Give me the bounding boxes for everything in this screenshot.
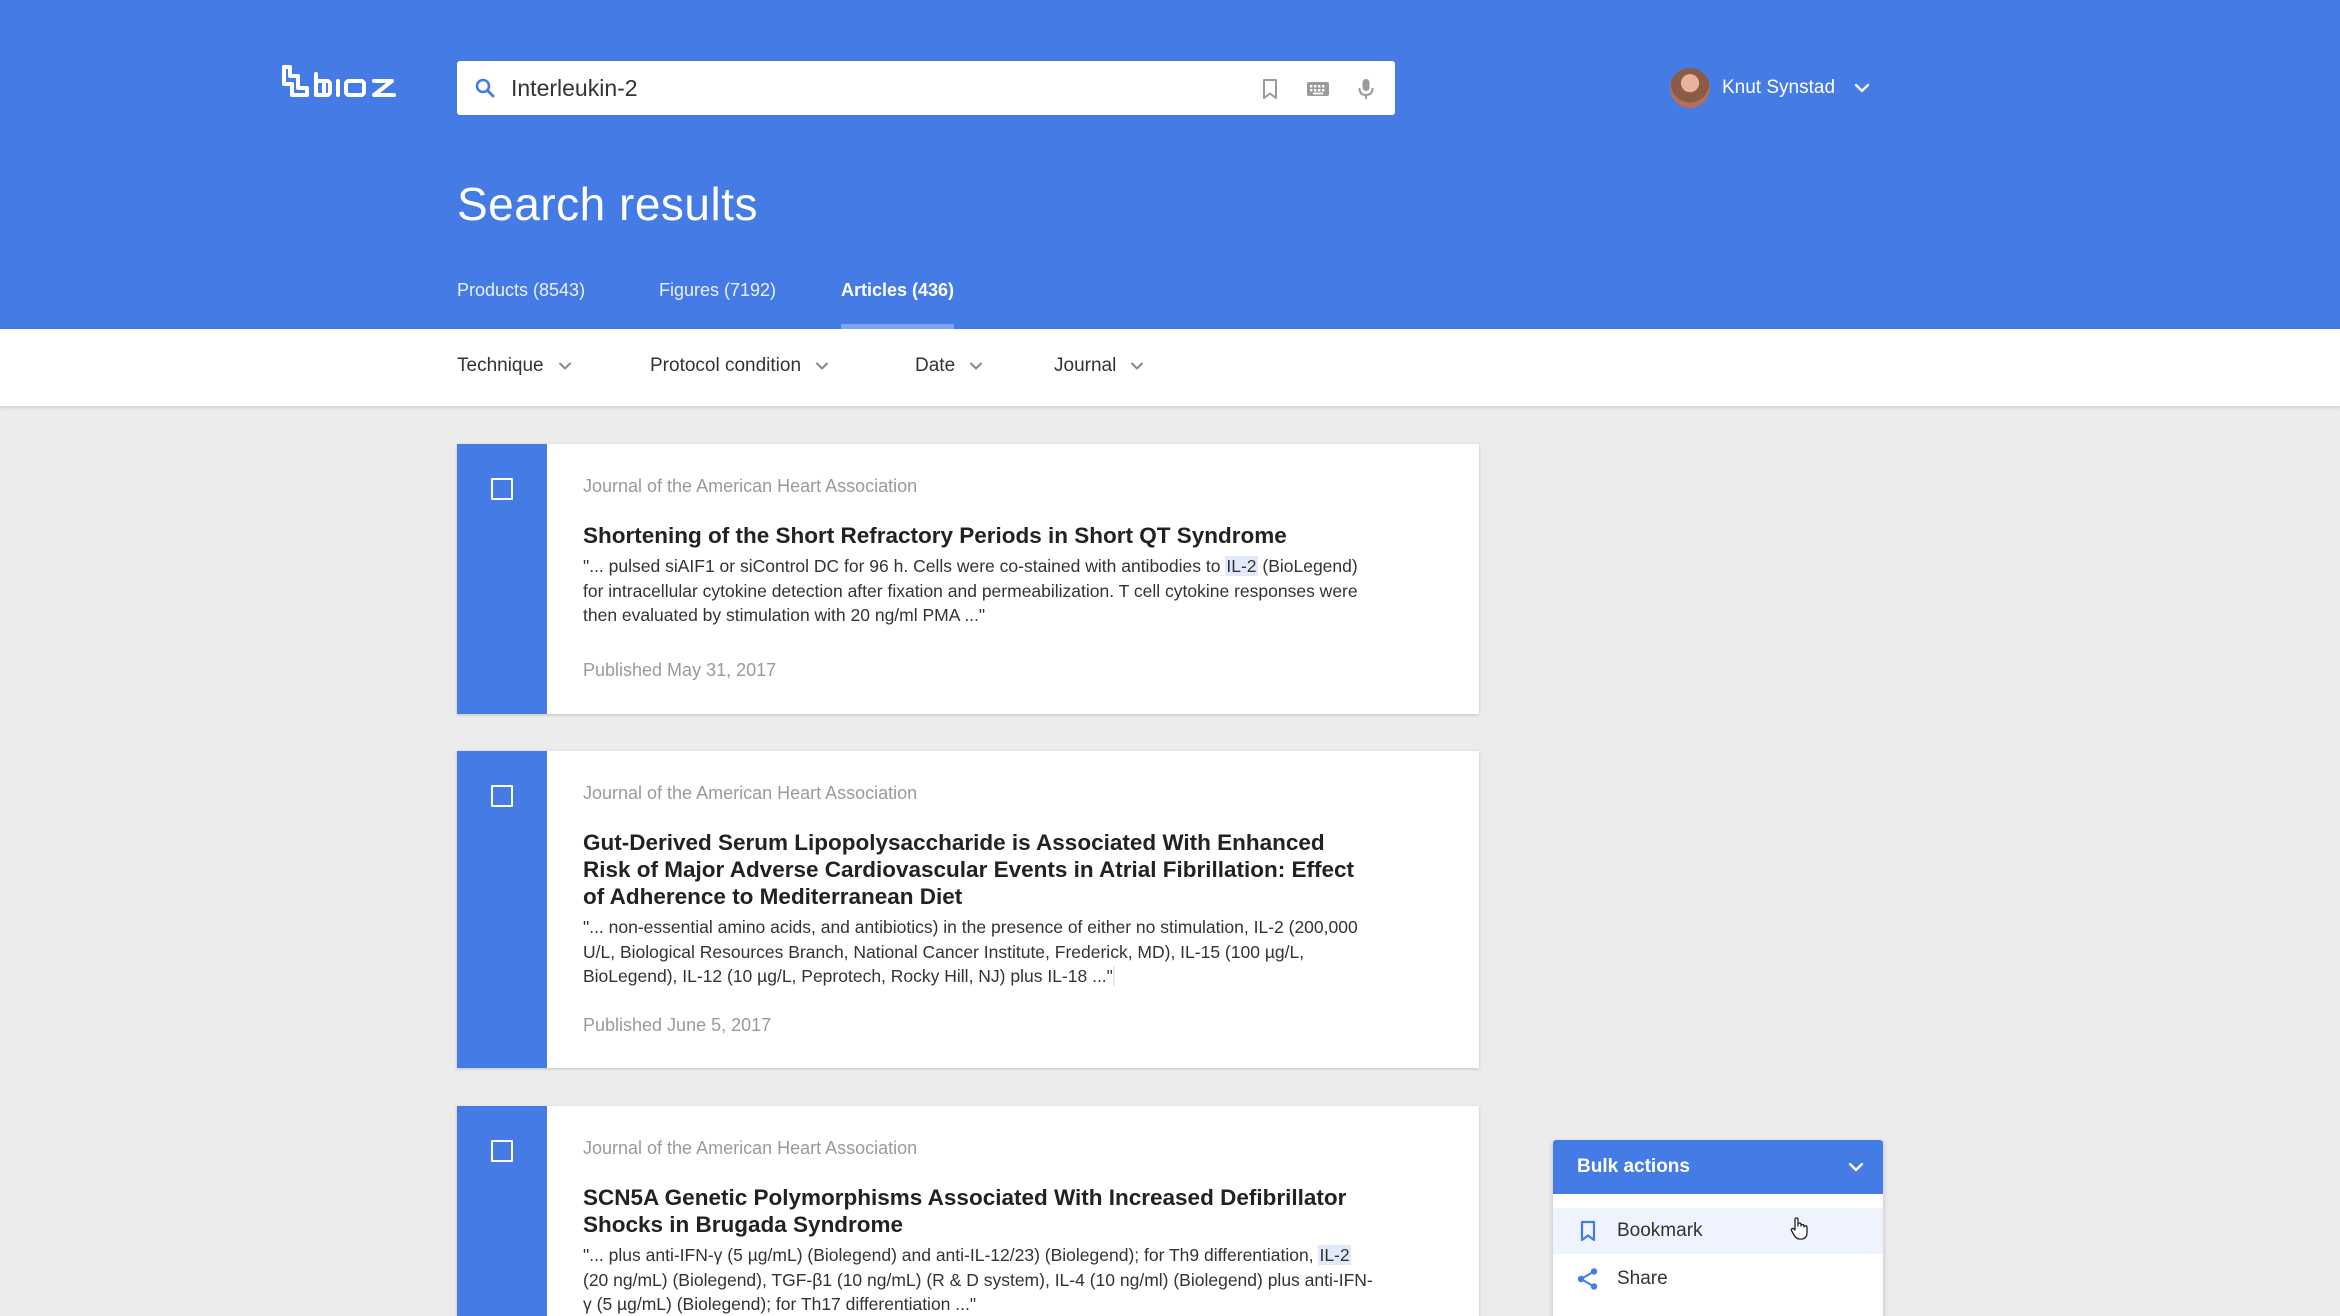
page-title: Search results — [457, 178, 759, 230]
chevron-down-icon — [1848, 1162, 1864, 1172]
chevron-down-icon[interactable] — [1851, 77, 1873, 99]
bulk-actions-menu: Bulk actions Bookmark Share — [1553, 1140, 1883, 1316]
snippet-highlight: IL-2 — [1225, 556, 1258, 576]
result-card[interactable]: Journal of the American Heart Associatio… — [457, 444, 1479, 714]
filter-journal[interactable]: Journal — [1054, 355, 1146, 377]
share-icon — [1577, 1268, 1598, 1290]
user-menu[interactable]: Knut Synstad — [1670, 68, 1873, 108]
bulk-bookmark-button[interactable]: Bookmark — [1553, 1208, 1883, 1254]
search-input[interactable] — [511, 61, 1191, 115]
result-card[interactable]: Journal of the American Heart Associatio… — [457, 751, 1479, 1068]
bookmark-icon[interactable] — [1257, 76, 1283, 102]
filter-label: Date — [915, 355, 956, 376]
filter-label: Technique — [457, 355, 544, 376]
snippet-text: "... pulsed siAIF1 or siControl DC for 9… — [583, 556, 1226, 576]
app-header: bioz Knut Synstad S — [0, 0, 2340, 329]
chevron-down-icon — [816, 362, 829, 370]
snippet-text: "... non-essential amino acids, and anti… — [583, 917, 1358, 986]
chevron-down-icon — [970, 362, 983, 370]
snippet-text: "... plus anti-IFN-γ (5 µg/mL) (Biolegen… — [583, 1245, 1319, 1265]
article-title[interactable]: SCN5A Genetic Polymorphisms Associated W… — [583, 1184, 1373, 1238]
chevron-down-icon — [1131, 362, 1144, 370]
snippet-highlight — [1112, 966, 1115, 986]
select-checkbox[interactable] — [491, 1140, 513, 1162]
bulk-item-label: Share — [1617, 1268, 1668, 1289]
journal-name: Journal of the American Heart Associatio… — [583, 476, 918, 496]
bulk-item-label: Bookmark — [1617, 1220, 1703, 1241]
filter-protocol-condition[interactable]: Protocol condition — [650, 355, 831, 377]
article-title[interactable]: Gut-Derived Serum Lipopolysaccharide is … — [583, 829, 1373, 910]
avatar — [1670, 68, 1710, 108]
tab-articles[interactable]: Articles (436) — [841, 280, 955, 329]
logo-text: bioz — [280, 64, 282, 65]
tab-products[interactable]: Products (8543) — [457, 280, 585, 329]
bookmark-icon — [1580, 1220, 1596, 1242]
article-snippet: "... pulsed siAIF1 or siControl DC for 9… — [583, 554, 1373, 628]
bulk-actions-label: Bulk actions — [1577, 1156, 1690, 1177]
microphone-icon[interactable] — [1353, 76, 1379, 102]
hand-cursor-icon — [1790, 1217, 1808, 1240]
published-date: Published June 5, 2017 — [583, 1015, 772, 1035]
article-title[interactable]: Shortening of the Short Refractory Perio… — [583, 522, 1373, 549]
select-checkbox[interactable] — [491, 785, 513, 807]
filter-technique[interactable]: Technique — [457, 355, 574, 377]
bulk-share-button[interactable]: Share — [1553, 1256, 1883, 1302]
card-strip — [457, 1106, 547, 1316]
journal-name: Journal of the American Heart Associatio… — [583, 783, 918, 803]
journal-name: Journal of the American Heart Associatio… — [583, 1138, 918, 1158]
tab-figures[interactable]: Figures (7192) — [659, 280, 776, 329]
filter-label: Protocol condition — [650, 355, 802, 376]
search-icon — [475, 78, 495, 98]
snippet-text: (20 ng/mL) (Biolegend), TGF-β1 (10 ng/mL… — [583, 1269, 1373, 1315]
filter-date[interactable]: Date — [915, 355, 985, 377]
bioz-logo[interactable]: bioz — [280, 64, 422, 98]
article-snippet: "... non-essential amino acids, and anti… — [583, 915, 1373, 989]
bulk-actions-header[interactable]: Bulk actions — [1553, 1140, 1883, 1194]
select-checkbox[interactable] — [491, 478, 513, 500]
filter-label: Journal — [1054, 355, 1117, 376]
chevron-down-icon — [558, 362, 571, 370]
user-name: Knut Synstad — [1722, 77, 1836, 98]
article-snippet: "... plus anti-IFN-γ (5 µg/mL) (Biolegen… — [583, 1243, 1373, 1316]
search-bar — [457, 61, 1395, 115]
published-date: Published May 31, 2017 — [583, 660, 777, 680]
snippet-highlight: IL-2 — [1318, 1245, 1351, 1265]
filter-bar: Technique Protocol condition Date Journa… — [0, 329, 2340, 406]
result-card[interactable]: Journal of the American Heart Associatio… — [457, 1106, 1479, 1316]
keyboard-icon[interactable] — [1305, 76, 1331, 102]
